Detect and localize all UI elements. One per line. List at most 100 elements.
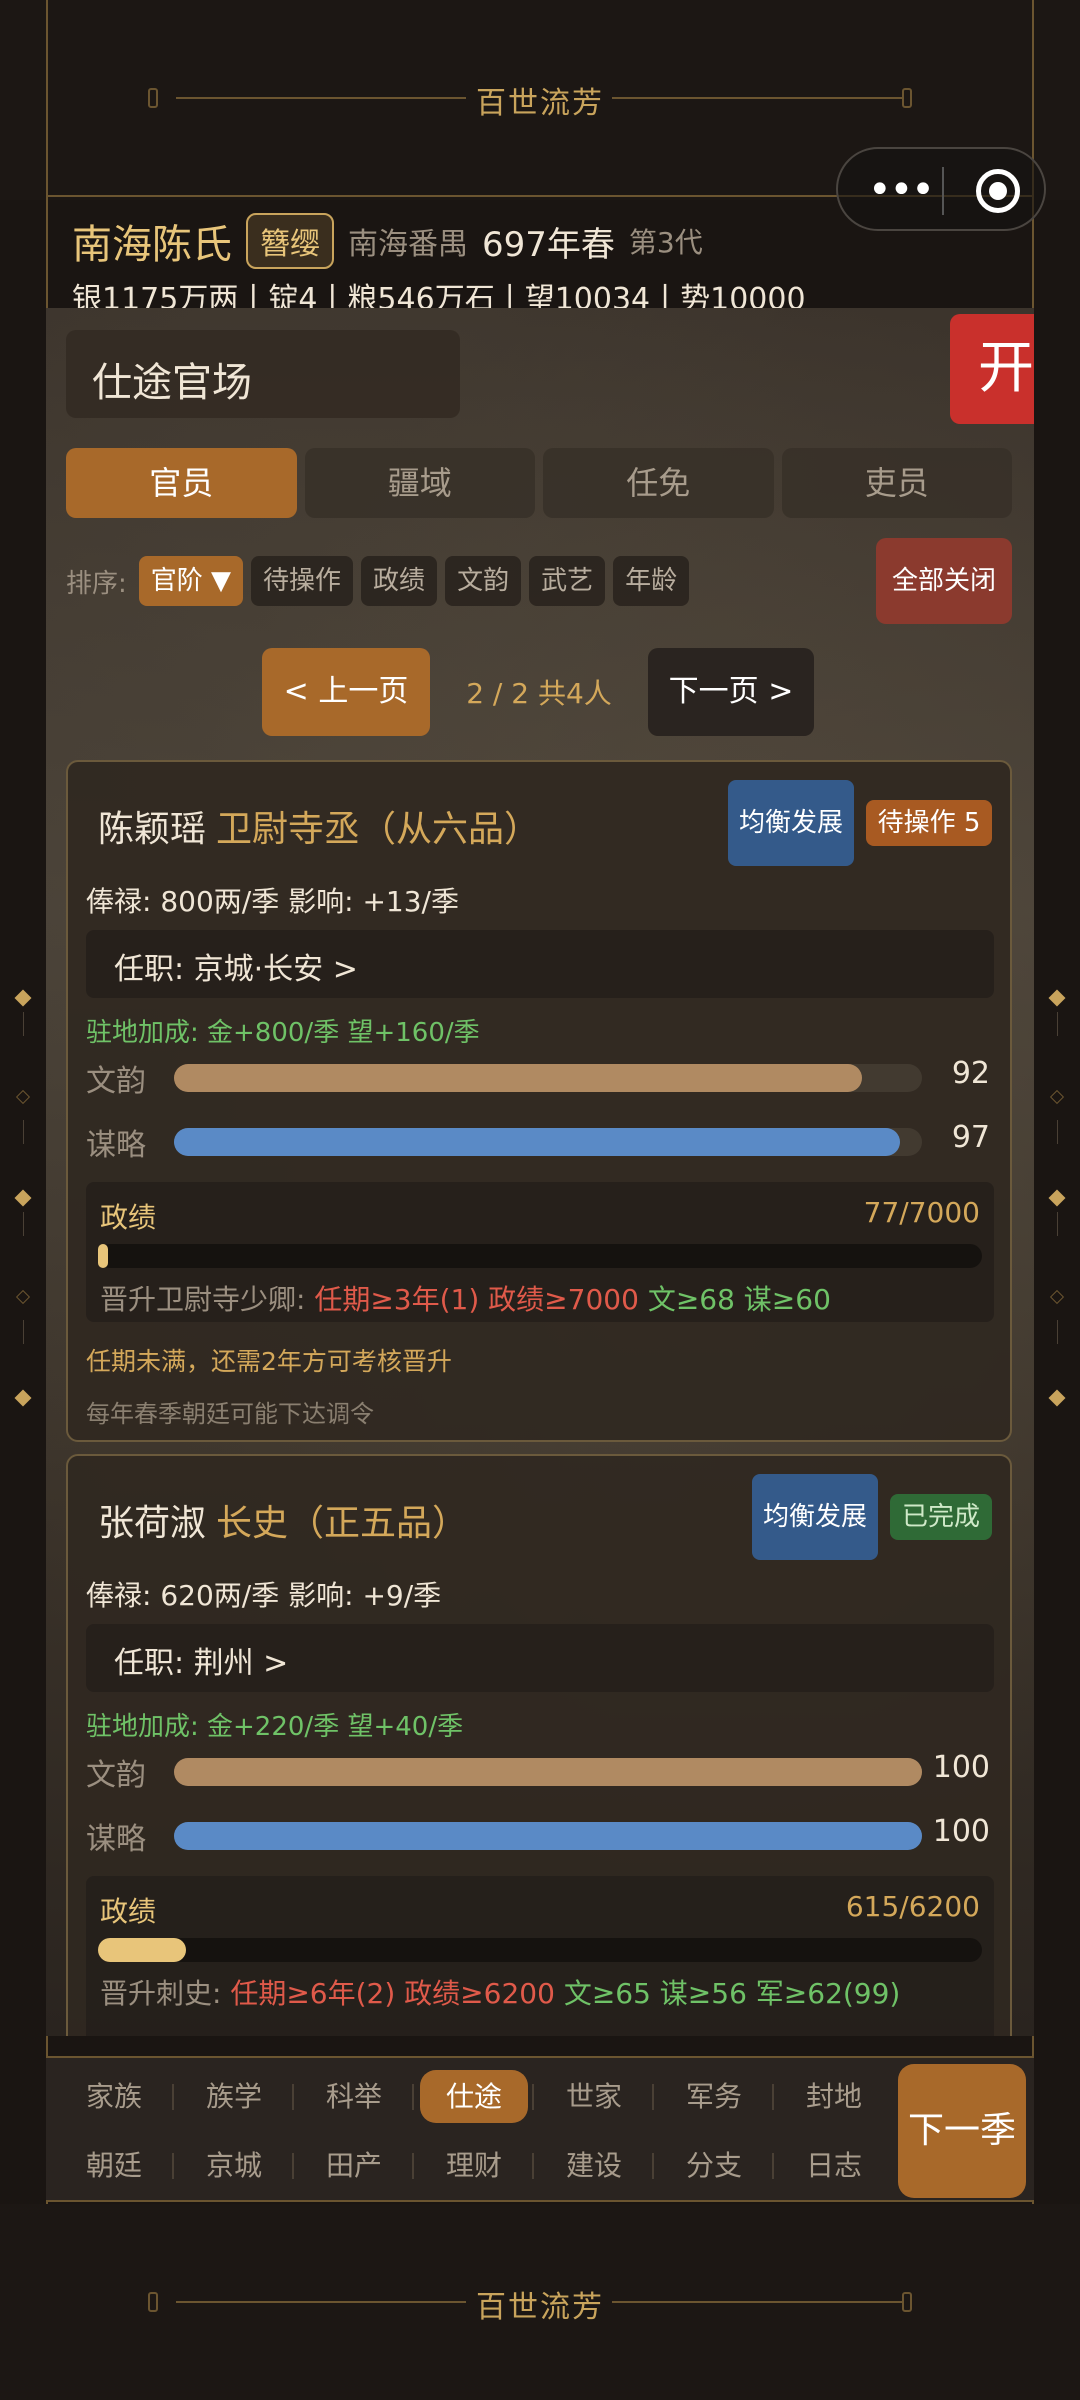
- tab-clerks[interactable]: 吏员: [781, 448, 1012, 518]
- stat-label-wen: 文韵: [86, 1758, 146, 1793]
- sort-performance[interactable]: 政绩: [361, 556, 438, 606]
- wen-bar-fill: [174, 1758, 922, 1786]
- nav-construction[interactable]: 建设: [534, 2131, 654, 2200]
- sort-rank-dropdown[interactable]: 官阶 ▼: [138, 556, 244, 606]
- banner-rule-right: [612, 97, 902, 99]
- official-name-line: 张荷淑 长史（正五品）: [98, 1494, 468, 1546]
- mou-value: 97: [951, 1120, 990, 1155]
- tab-appointment[interactable]: 任免: [543, 448, 774, 518]
- nav-military[interactable]: 军务: [654, 2062, 774, 2131]
- promotion-target: 晋升刺史:: [100, 1977, 222, 2010]
- sort-pending[interactable]: 待操作: [251, 556, 354, 606]
- mou-bar-fill: [174, 1128, 900, 1156]
- post-location[interactable]: 任职: 京城·长安 >: [86, 930, 994, 998]
- performance-label: 政绩: [100, 1895, 157, 1928]
- nav-farmland[interactable]: 田产: [294, 2131, 414, 2200]
- performance-bar: [98, 1244, 982, 1268]
- performance-value: 615/6200: [845, 1890, 980, 1923]
- prev-page-button[interactable]: < 上一页: [262, 648, 430, 736]
- post-location[interactable]: 任职: 荆州 >: [86, 1624, 994, 1692]
- tab-bar: 官员 疆域 任免 吏员: [66, 448, 1012, 518]
- stat-label-mou: 谋略: [86, 1822, 146, 1857]
- promotion-unmet: 任期≥6年(2) 政绩≥6200: [230, 1977, 555, 2010]
- performance-bar-fill: [98, 1244, 108, 1268]
- nav-court[interactable]: 朝廷: [54, 2131, 174, 2200]
- development-badge[interactable]: 均衡发展: [728, 780, 854, 866]
- clan-year: 697年春: [482, 224, 615, 265]
- banner-title: 百世流芳: [476, 86, 604, 121]
- promotion-requirements: 晋升卫尉寺少卿: 任期≥3年(1) 政绩≥7000 文≥68 谋≥60: [100, 1278, 831, 1318]
- nav-noble-houses[interactable]: 世家: [534, 2062, 654, 2131]
- wen-bar: [174, 1064, 922, 1092]
- more-dots-icon[interactable]: •••: [868, 170, 935, 210]
- section-title: 仕途官场: [66, 330, 460, 418]
- performance-box: 政绩 615/6200 晋升刺史: 任期≥6年(2) 政绩≥6200 文≥65 …: [86, 1876, 994, 2036]
- official-name-line: 陈颖瑶 卫尉寺丞（从六品）: [98, 800, 540, 852]
- mou-bar: [174, 1128, 922, 1156]
- nav-exam[interactable]: 科举: [294, 2062, 414, 2131]
- nav-capital[interactable]: 京城: [174, 2131, 294, 2200]
- pagination: < 上一页 2 / 2 共4人 下一页 >: [262, 648, 814, 736]
- wen-bar-fill: [174, 1064, 863, 1092]
- status-badge[interactable]: 已完成: [890, 1494, 992, 1540]
- banner-rule-right: [612, 2301, 902, 2303]
- performance-bar-fill: [98, 1938, 186, 1962]
- close-all-button[interactable]: 全部关闭: [876, 538, 1012, 624]
- nav-log[interactable]: 日志: [774, 2131, 894, 2200]
- nav-clan-school[interactable]: 族学: [174, 2062, 294, 2131]
- clan-place: 南海番禺: [348, 227, 468, 262]
- page-info: 2 / 2 共4人: [466, 677, 612, 710]
- main-panel: 仕途官场 开 官员 疆域 任免 吏员 排序: 官阶 ▼ 待操作 政绩 文韵 武艺…: [46, 308, 1034, 2036]
- official-rank: 卫尉寺丞（从六品）: [216, 809, 541, 850]
- transfer-note: 每年春季朝廷可能下达调令: [86, 1400, 374, 1428]
- bottom-banner: 百世流芳: [0, 2204, 1080, 2400]
- tab-officials[interactable]: 官员: [66, 448, 297, 518]
- wen-value: 100: [932, 1750, 990, 1785]
- wen-bar: [174, 1758, 922, 1786]
- promotion-requirements: 晋升刺史: 任期≥6年(2) 政绩≥6200 文≥65 谋≥56 军≥62(99…: [100, 1972, 900, 2012]
- nav-career[interactable]: 仕途: [414, 2062, 534, 2131]
- development-badge[interactable]: 均衡发展: [752, 1474, 878, 1560]
- sort-martial[interactable]: 武艺: [529, 556, 606, 606]
- promotion-unmet: 任期≥3年(1) 政绩≥7000: [314, 1283, 639, 1316]
- performance-label: 政绩: [100, 1201, 157, 1234]
- sort-literary[interactable]: 文韵: [445, 556, 522, 606]
- stat-label-mou: 谋略: [86, 1128, 146, 1163]
- sort-age[interactable]: 年龄: [613, 556, 690, 606]
- sort-label: 排序:: [66, 568, 127, 599]
- next-page-button[interactable]: 下一页 >: [648, 648, 814, 736]
- tenure-note: 任期未满，还需2年方可考核晋升: [86, 1347, 452, 1376]
- location-bonus: 驻地加成: 金+220/季 望+40/季: [86, 1712, 464, 1742]
- nav-family[interactable]: 家族: [54, 2062, 174, 2131]
- tab-territory[interactable]: 疆域: [304, 448, 535, 518]
- open-button[interactable]: 开: [950, 314, 1034, 424]
- official-card: 陈颖瑶 卫尉寺丞（从六品） 均衡发展 待操作 5 俸禄: 800两/季 影响: +…: [66, 760, 1012, 1442]
- clan-generation: 第3代: [628, 226, 703, 259]
- salary-line: 俸禄: 800两/季 影响: +13/季: [86, 885, 459, 918]
- nav-fief[interactable]: 封地: [774, 2062, 894, 2131]
- bottom-nav: 家族 族学 科举 仕途 世家 军务 封地 朝廷 京城 田产 理财 建设 分支 日…: [46, 2056, 1034, 2202]
- banner-right-cap: [902, 88, 912, 108]
- capsule-separator: [942, 167, 944, 215]
- wen-value: 92: [951, 1056, 990, 1091]
- banner-right-cap: [902, 2292, 912, 2312]
- nav-branch[interactable]: 分支: [654, 2131, 774, 2200]
- salary-line: 俸禄: 620两/季 影响: +9/季: [86, 1579, 442, 1612]
- target-icon[interactable]: [976, 169, 1020, 213]
- clan-tag: 簪缨: [246, 213, 334, 269]
- sort-row: 排序: 官阶 ▼ 待操作 政绩 文韵 武艺 年龄: [66, 556, 690, 606]
- performance-bar: [98, 1938, 982, 1962]
- mou-bar: [174, 1822, 922, 1850]
- next-season-button[interactable]: 下一季: [898, 2064, 1026, 2198]
- official-name: 陈颖瑶: [98, 809, 207, 850]
- official-card: 张荷淑 长史（正五品） 均衡发展 已完成 俸禄: 620两/季 影响: +9/季 …: [66, 1454, 1012, 2036]
- stat-label-wen: 文韵: [86, 1064, 146, 1099]
- promotion-met: 文≥68 谋≥60: [647, 1283, 831, 1316]
- status-badge[interactable]: 待操作 5: [866, 800, 992, 846]
- mou-bar-fill: [174, 1822, 922, 1850]
- official-rank: 长史（正五品）: [216, 1503, 469, 1544]
- nav-finance[interactable]: 理财: [414, 2131, 534, 2200]
- clan-name: 南海陈氏: [72, 222, 232, 268]
- promotion-target: 晋升卫尉寺少卿:: [100, 1283, 306, 1316]
- location-bonus: 驻地加成: 金+800/季 望+160/季: [86, 1018, 480, 1048]
